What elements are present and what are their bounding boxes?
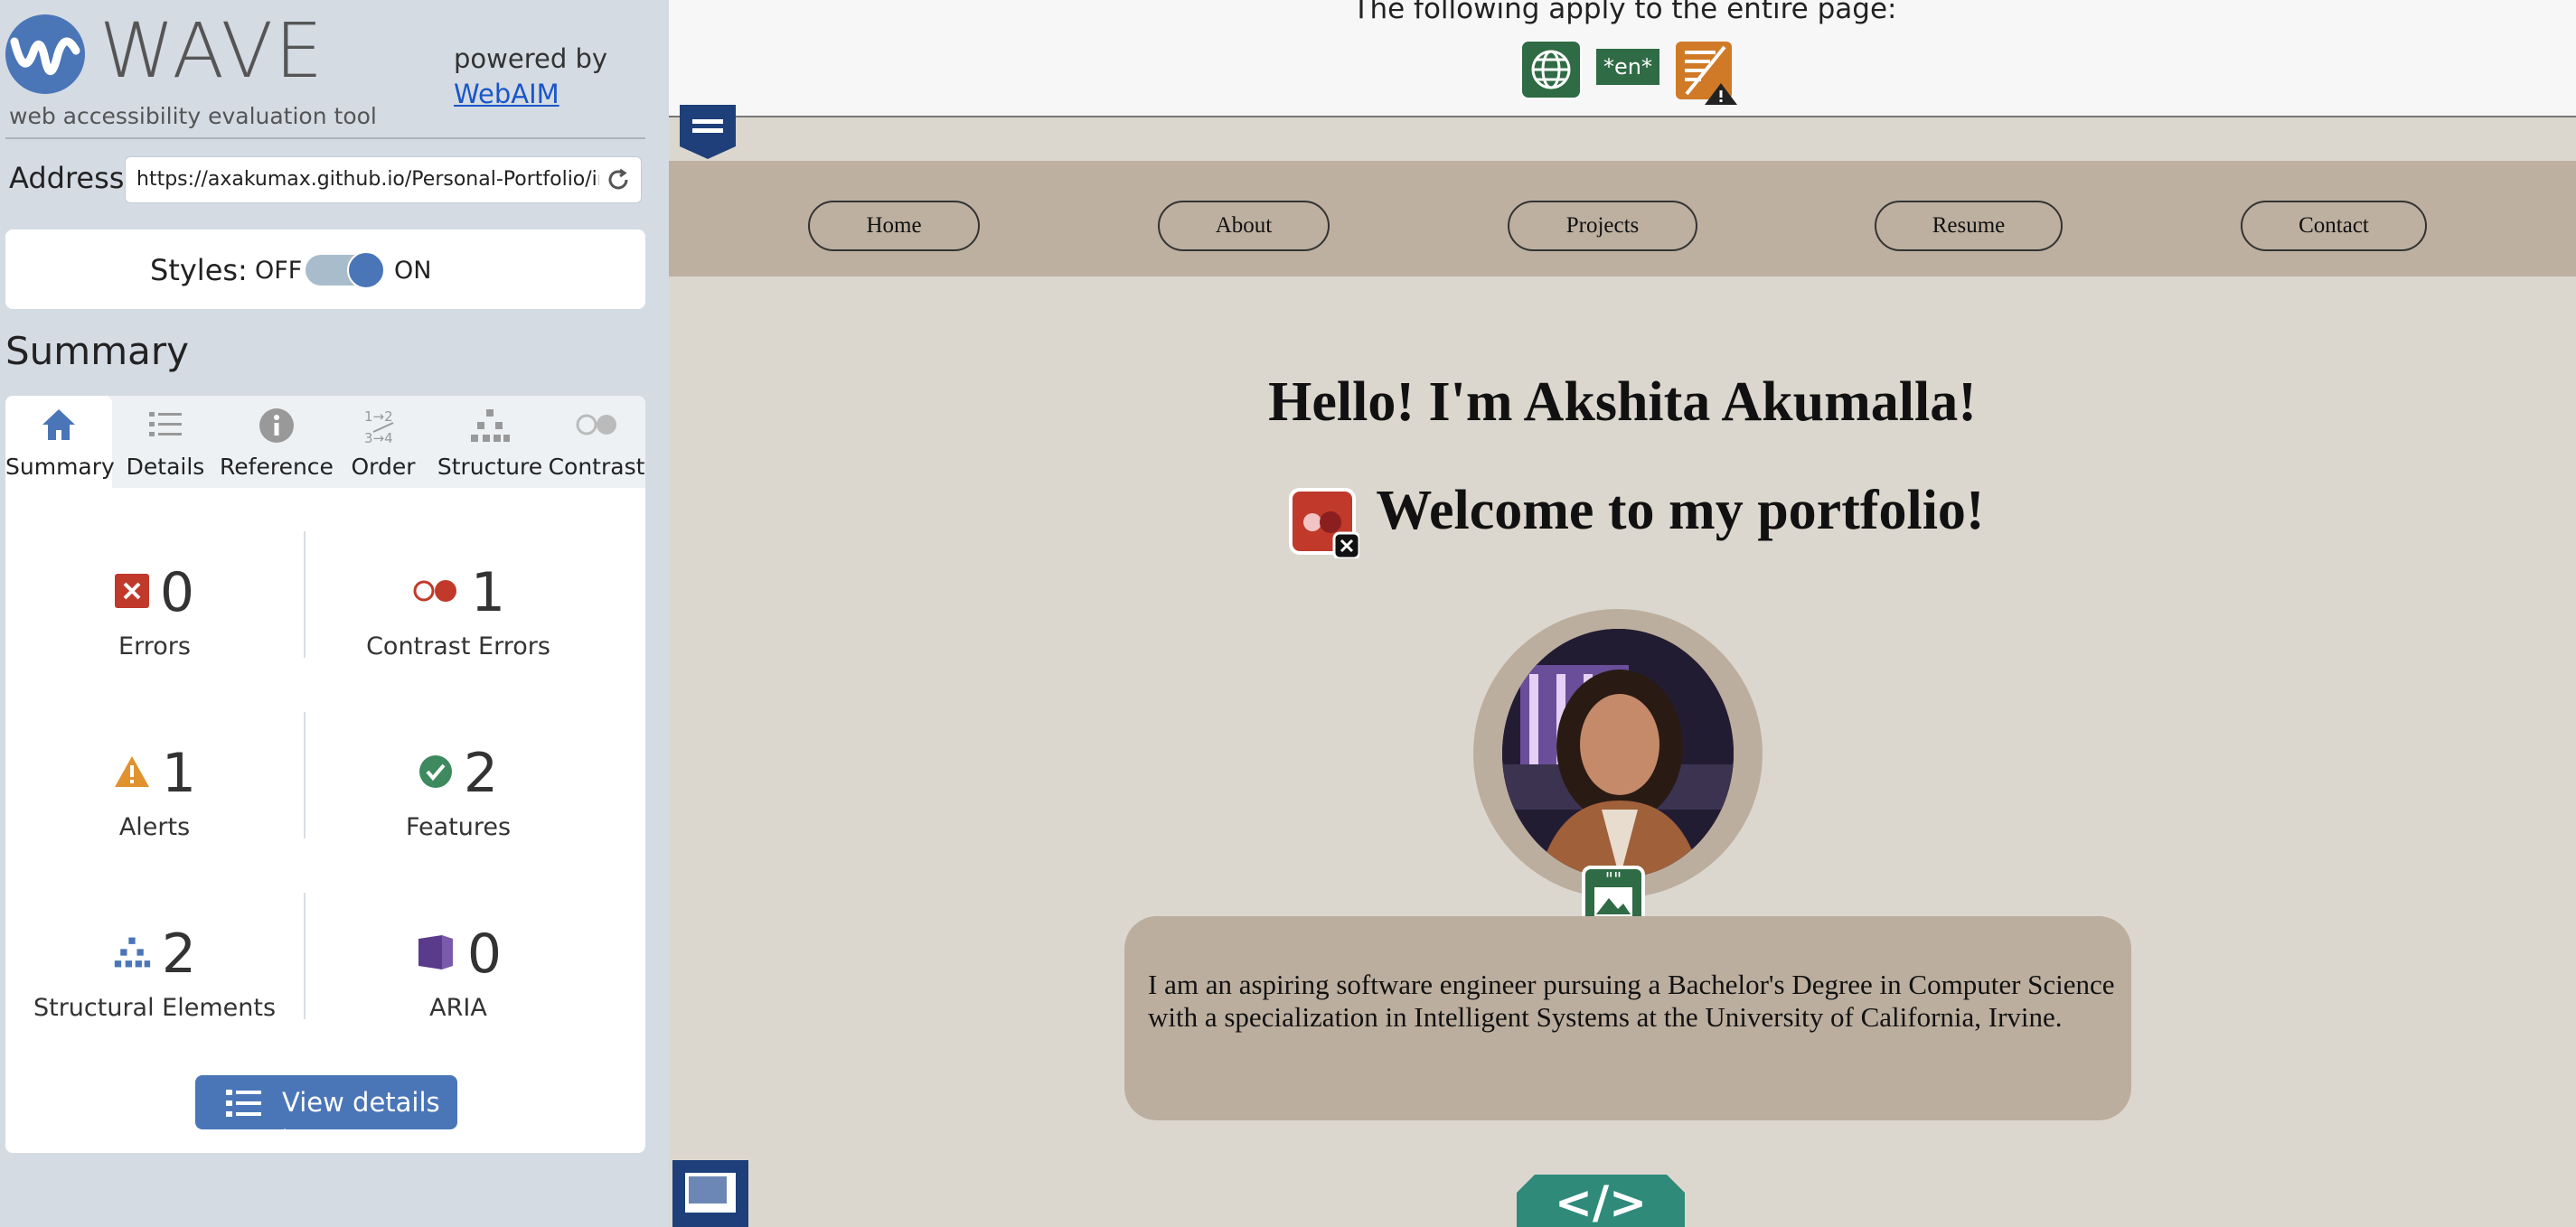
alerts-count: 1 [161, 742, 197, 805]
toggle-knob[interactable] [347, 251, 385, 289]
evaluated-page: The following apply to the entire page: … [669, 0, 2576, 1227]
page-notice: The following apply to the entire page: [1352, 0, 1897, 25]
errors-count: 0 [159, 561, 195, 624]
alert-icon [113, 754, 151, 792]
lang-badge-text: *en* [1603, 54, 1652, 80]
svg-text:"": "" [1605, 868, 1622, 890]
stat-contrast-errors[interactable]: 1 Contrast Errors [309, 566, 607, 660]
styles-toggle[interactable] [306, 251, 385, 289]
stat-aria[interactable]: 0 ARIA [309, 927, 607, 1022]
stat-errors[interactable]: 0 Errors [5, 566, 304, 660]
divider [304, 531, 306, 658]
page-heading: Hello! I'm Akshita Akumalla! [1268, 371, 1977, 433]
features-label: Features [405, 813, 512, 841]
divider [304, 712, 306, 838]
page-subheading: Welcome to my portfolio! [1376, 480, 1985, 541]
stat-features[interactable]: 2 Features [309, 746, 607, 841]
wave-tabs: Summary Details Reference 1→2 3→4 Order S… [5, 396, 645, 488]
bio-card: I am an aspiring software engineer pursu… [1124, 916, 2131, 1120]
styles-off-label: OFF [255, 257, 303, 285]
alerts-label: Alerts [118, 813, 191, 841]
structural-count: 2 [161, 923, 197, 986]
stat-alerts[interactable]: 1 Alerts [5, 746, 304, 841]
tab-reference[interactable]: Reference [219, 396, 334, 488]
aria-icon [415, 932, 456, 977]
address-label: Address: [9, 161, 135, 195]
nav-home-button[interactable]: Home [808, 201, 980, 251]
errors-label: Errors [118, 632, 191, 660]
address-input[interactable]: https://axakumax.github.io/Personal-Port… [136, 168, 599, 191]
tab-label: Summary [5, 454, 115, 480]
view-details-button[interactable]: View details › [195, 1075, 457, 1148]
feature-check-icon [418, 754, 453, 792]
code-icon[interactable]: </> [1517, 1175, 1685, 1227]
svg-text:1→2: 1→2 [364, 408, 393, 425]
structure-icon [113, 934, 151, 974]
contrast-errors-label: Contrast Errors [366, 632, 550, 660]
tab-contrast[interactable]: Contrast [548, 396, 645, 488]
tab-label: Contrast [548, 454, 645, 480]
stat-structural[interactable]: 2 Structural Elements [5, 927, 304, 1022]
features-count: 2 [463, 742, 499, 805]
structural-label: Structural Elements [33, 994, 277, 1022]
code-badge-text: </> [1555, 1176, 1647, 1227]
info-icon [258, 407, 296, 448]
contrast-icon [572, 407, 621, 446]
error-icon [114, 574, 149, 612]
styles-toggle-card: Styles: OFF ON [5, 229, 645, 309]
view-details-label: View details › [282, 1087, 440, 1148]
divider [5, 137, 645, 139]
site-nav: Home About Projects Resume Contact [669, 161, 2576, 276]
nav-resume-button[interactable]: Resume [1875, 201, 2063, 251]
nav-contact-button[interactable]: Contact [2241, 201, 2427, 251]
tab-structure[interactable]: Structure [432, 396, 548, 488]
home-icon [40, 407, 78, 446]
tab-label: Details [126, 454, 205, 480]
summary-panel: 0 Errors 1 Contrast Errors 1 Alerts 2 Fe… [5, 488, 645, 1153]
webaim-link[interactable]: WebAIM [454, 79, 559, 109]
language-badge-icon[interactable]: *en* [1596, 49, 1659, 89]
wave-logo-text: WAVE [99, 6, 325, 95]
tab-order[interactable]: 1→2 3→4 Order [334, 396, 432, 488]
structure-icon [469, 407, 511, 448]
document-alert-icon[interactable] [1674, 40, 1739, 108]
aria-label: ARIA [429, 994, 487, 1022]
styles-label: Styles: [150, 253, 248, 287]
structure-footer-icon[interactable] [672, 1160, 748, 1227]
wave-logo-icon [5, 14, 85, 94]
styles-on-label: ON [394, 257, 432, 285]
tab-label: Order [351, 454, 416, 480]
bio-text: I am an aspiring software engineer pursu… [1148, 969, 2115, 1033]
page-level-icons-panel: The following apply to the entire page: … [669, 0, 2576, 117]
language-globe-icon[interactable] [1520, 40, 1582, 103]
profile-photo [1502, 629, 1734, 878]
svg-text:3→4: 3→4 [364, 430, 393, 446]
address-field[interactable]: https://axakumax.github.io/Personal-Port… [125, 156, 642, 203]
nav-about-button[interactable]: About [1158, 201, 1330, 251]
tab-label: Structure [437, 454, 543, 480]
wave-tagline: web accessibility evaluation tool [9, 103, 377, 129]
tab-summary[interactable]: Summary [5, 396, 115, 488]
nav-projects-button[interactable]: Projects [1508, 201, 1697, 251]
structure-header-icon[interactable] [680, 105, 736, 163]
wave-sidebar: WAVE web accessibility evaluation tool p… [0, 0, 669, 1227]
aria-count: 0 [466, 923, 503, 986]
tab-details[interactable]: Details [112, 396, 219, 488]
summary-heading: Summary [5, 329, 189, 373]
contrast-error-icon [411, 577, 460, 608]
tab-label: Reference [220, 454, 334, 480]
reload-icon[interactable] [605, 166, 632, 197]
contrast-errors-count: 1 [470, 561, 506, 624]
profile-photo-frame [1473, 609, 1763, 898]
list-icon [146, 407, 184, 446]
powered-by: powered by WebAIM [454, 42, 607, 112]
order-icon: 1→2 3→4 [362, 407, 404, 450]
list-icon [226, 1090, 262, 1123]
powered-by-text: powered by [454, 43, 608, 74]
divider [304, 893, 306, 1019]
